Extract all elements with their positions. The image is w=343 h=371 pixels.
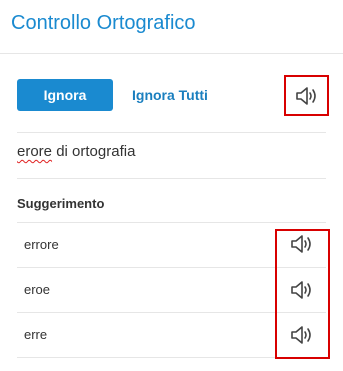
speaker-icon [291, 235, 311, 253]
speaker-icon [291, 281, 311, 299]
misspelled-word: erore [17, 143, 53, 160]
speak-word-button[interactable] [284, 75, 329, 116]
panel-header: Controllo Ortografico [0, 0, 343, 54]
panel-title: Controllo Ortografico [11, 12, 196, 34]
suggestion-label: erre [24, 326, 48, 342]
speaker-icon [291, 326, 311, 344]
misspelled-sentence: erore di ortografia [17, 143, 135, 160]
speak-suggestion-button[interactable] [280, 224, 324, 264]
misspelled-context: di ortografia [52, 143, 136, 160]
divider [17, 132, 326, 133]
suggestion-label: eroe [24, 281, 51, 297]
speak-suggestion-button[interactable] [280, 315, 324, 355]
suggestion-label: errore [24, 236, 59, 252]
ignore-button[interactable]: Ignora [17, 79, 113, 111]
suggestions-heading: Suggerimento [17, 196, 105, 211]
speaker-icon [295, 86, 316, 105]
speak-suggestion-button[interactable] [280, 270, 324, 310]
divider [17, 178, 326, 179]
ignore-all-button[interactable]: Ignora Tutti [132, 79, 208, 111]
